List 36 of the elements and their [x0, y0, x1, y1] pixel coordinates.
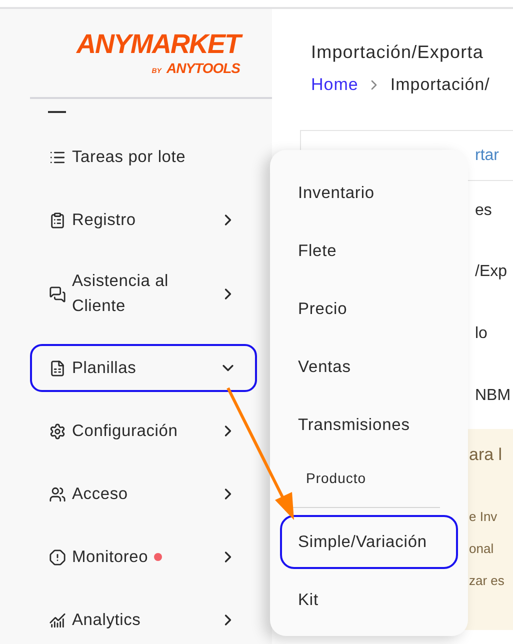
content-text: es	[475, 202, 492, 220]
sidebar-item[interactable]: Monitoreo	[30, 533, 257, 581]
content-text: /Exp	[475, 263, 508, 281]
sidebar-item[interactable]: Asistencia al Cliente	[30, 259, 257, 329]
tab-link[interactable]: rtar	[475, 146, 499, 164]
sidebar-item[interactable]: Tareas por lote	[30, 133, 257, 181]
sidebar-item[interactable]: Configuración	[30, 407, 257, 455]
content-text: lo	[475, 325, 488, 343]
menu-item[interactable]: Simple/Variación	[280, 515, 458, 569]
menu-item[interactable]: Transmisiones	[280, 398, 458, 452]
clipboard-icon	[49, 212, 66, 228]
dash-icon	[48, 110, 66, 113]
sidebar-item[interactable]: Planillas	[30, 344, 257, 392]
breadcrumb-text: Importación/	[390, 75, 490, 95]
logo-brand-text: ANYTOOLS	[166, 61, 240, 75]
menu-item[interactable]: Flete	[280, 224, 458, 278]
content-text: NBM	[475, 387, 511, 405]
sidebar-item[interactable]: Acceso	[30, 470, 257, 518]
page-title: Importación/Exporta	[311, 42, 484, 63]
chart-icon	[49, 612, 66, 628]
notice-heading: ara l	[469, 445, 502, 465]
menu-item[interactable]: Kit	[280, 573, 458, 627]
menu-item[interactable]: Ventas	[280, 340, 458, 394]
sidebar-item[interactable]: Registro	[30, 196, 257, 244]
gear-icon	[49, 422, 66, 440]
file-icon	[49, 360, 66, 376]
menu-item[interactable]: Precio	[280, 282, 458, 336]
users-icon	[49, 486, 66, 502]
warning-icon	[49, 548, 66, 566]
chat-bubbles-icon	[49, 286, 66, 302]
notice-text: e Inv	[469, 509, 498, 526]
breadcrumb-link[interactable]: Home	[311, 75, 358, 95]
notice-text: zar es	[469, 573, 504, 590]
notice-text: onal	[469, 541, 494, 558]
sidebar-item[interactable]: Analytics	[30, 596, 257, 644]
menu-item[interactable]: Inventario	[280, 166, 458, 220]
